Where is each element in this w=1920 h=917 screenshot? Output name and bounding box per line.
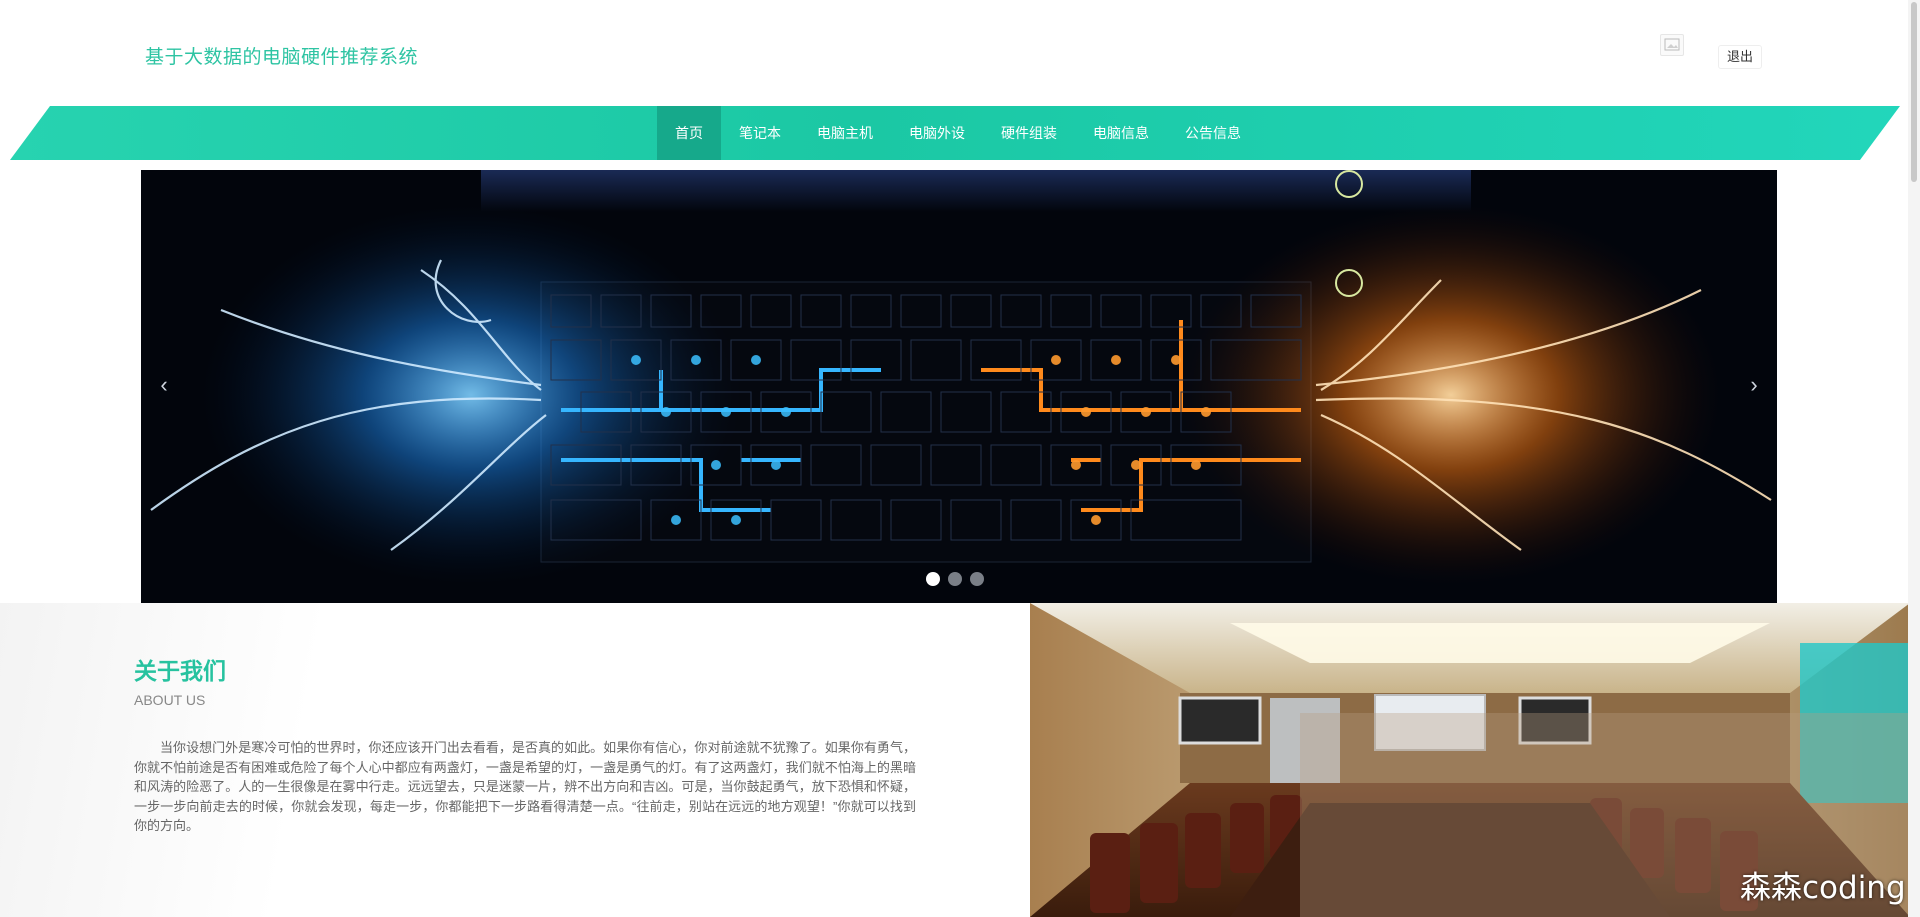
carousel-next-icon[interactable]: ›: [1739, 370, 1769, 400]
banner-image: [141, 170, 1777, 603]
main-nav: 首页 笔记本 电脑主机 电脑外设 硬件组装 电脑信息 公告信息: [657, 106, 1259, 160]
carousel-dot-3[interactable]: [970, 572, 984, 586]
about-text: 当你设想门外是寒冷可怕的世界时，你还应该开门出去看看，是否真的如此。如果你有信心…: [134, 740, 916, 833]
nav-item-desktops[interactable]: 电脑主机: [799, 106, 891, 160]
nav-item-announcements[interactable]: 公告信息: [1167, 106, 1259, 160]
logout-button[interactable]: 退出: [1718, 45, 1762, 69]
carousel-prev-icon[interactable]: ‹: [149, 370, 179, 400]
carousel-dot-1[interactable]: [926, 572, 940, 586]
nav-item-peripherals[interactable]: 电脑外设: [891, 106, 983, 160]
header: 基于大数据的电脑硬件推荐系统 退出: [0, 0, 1920, 106]
about-title: 关于我们: [134, 658, 226, 684]
avatar[interactable]: [1660, 34, 1684, 56]
nav-item-computer-info[interactable]: 电脑信息: [1075, 106, 1167, 160]
watermark: 森森coding: [1740, 870, 1906, 906]
carousel-indicators: [926, 572, 984, 586]
banner-carousel[interactable]: ‹ ›: [141, 170, 1777, 603]
nav-item-hardware-assembly[interactable]: 硬件组装: [983, 106, 1075, 160]
nav-item-laptops[interactable]: 笔记本: [721, 106, 799, 160]
broken-image-icon: [1664, 38, 1680, 51]
carousel-dot-2[interactable]: [948, 572, 962, 586]
site-title[interactable]: 基于大数据的电脑硬件推荐系统: [145, 42, 418, 69]
nav-item-home[interactable]: 首页: [657, 106, 721, 160]
scrollbar-thumb[interactable]: [1911, 2, 1917, 182]
about-subtitle: ABOUT US: [134, 692, 206, 708]
